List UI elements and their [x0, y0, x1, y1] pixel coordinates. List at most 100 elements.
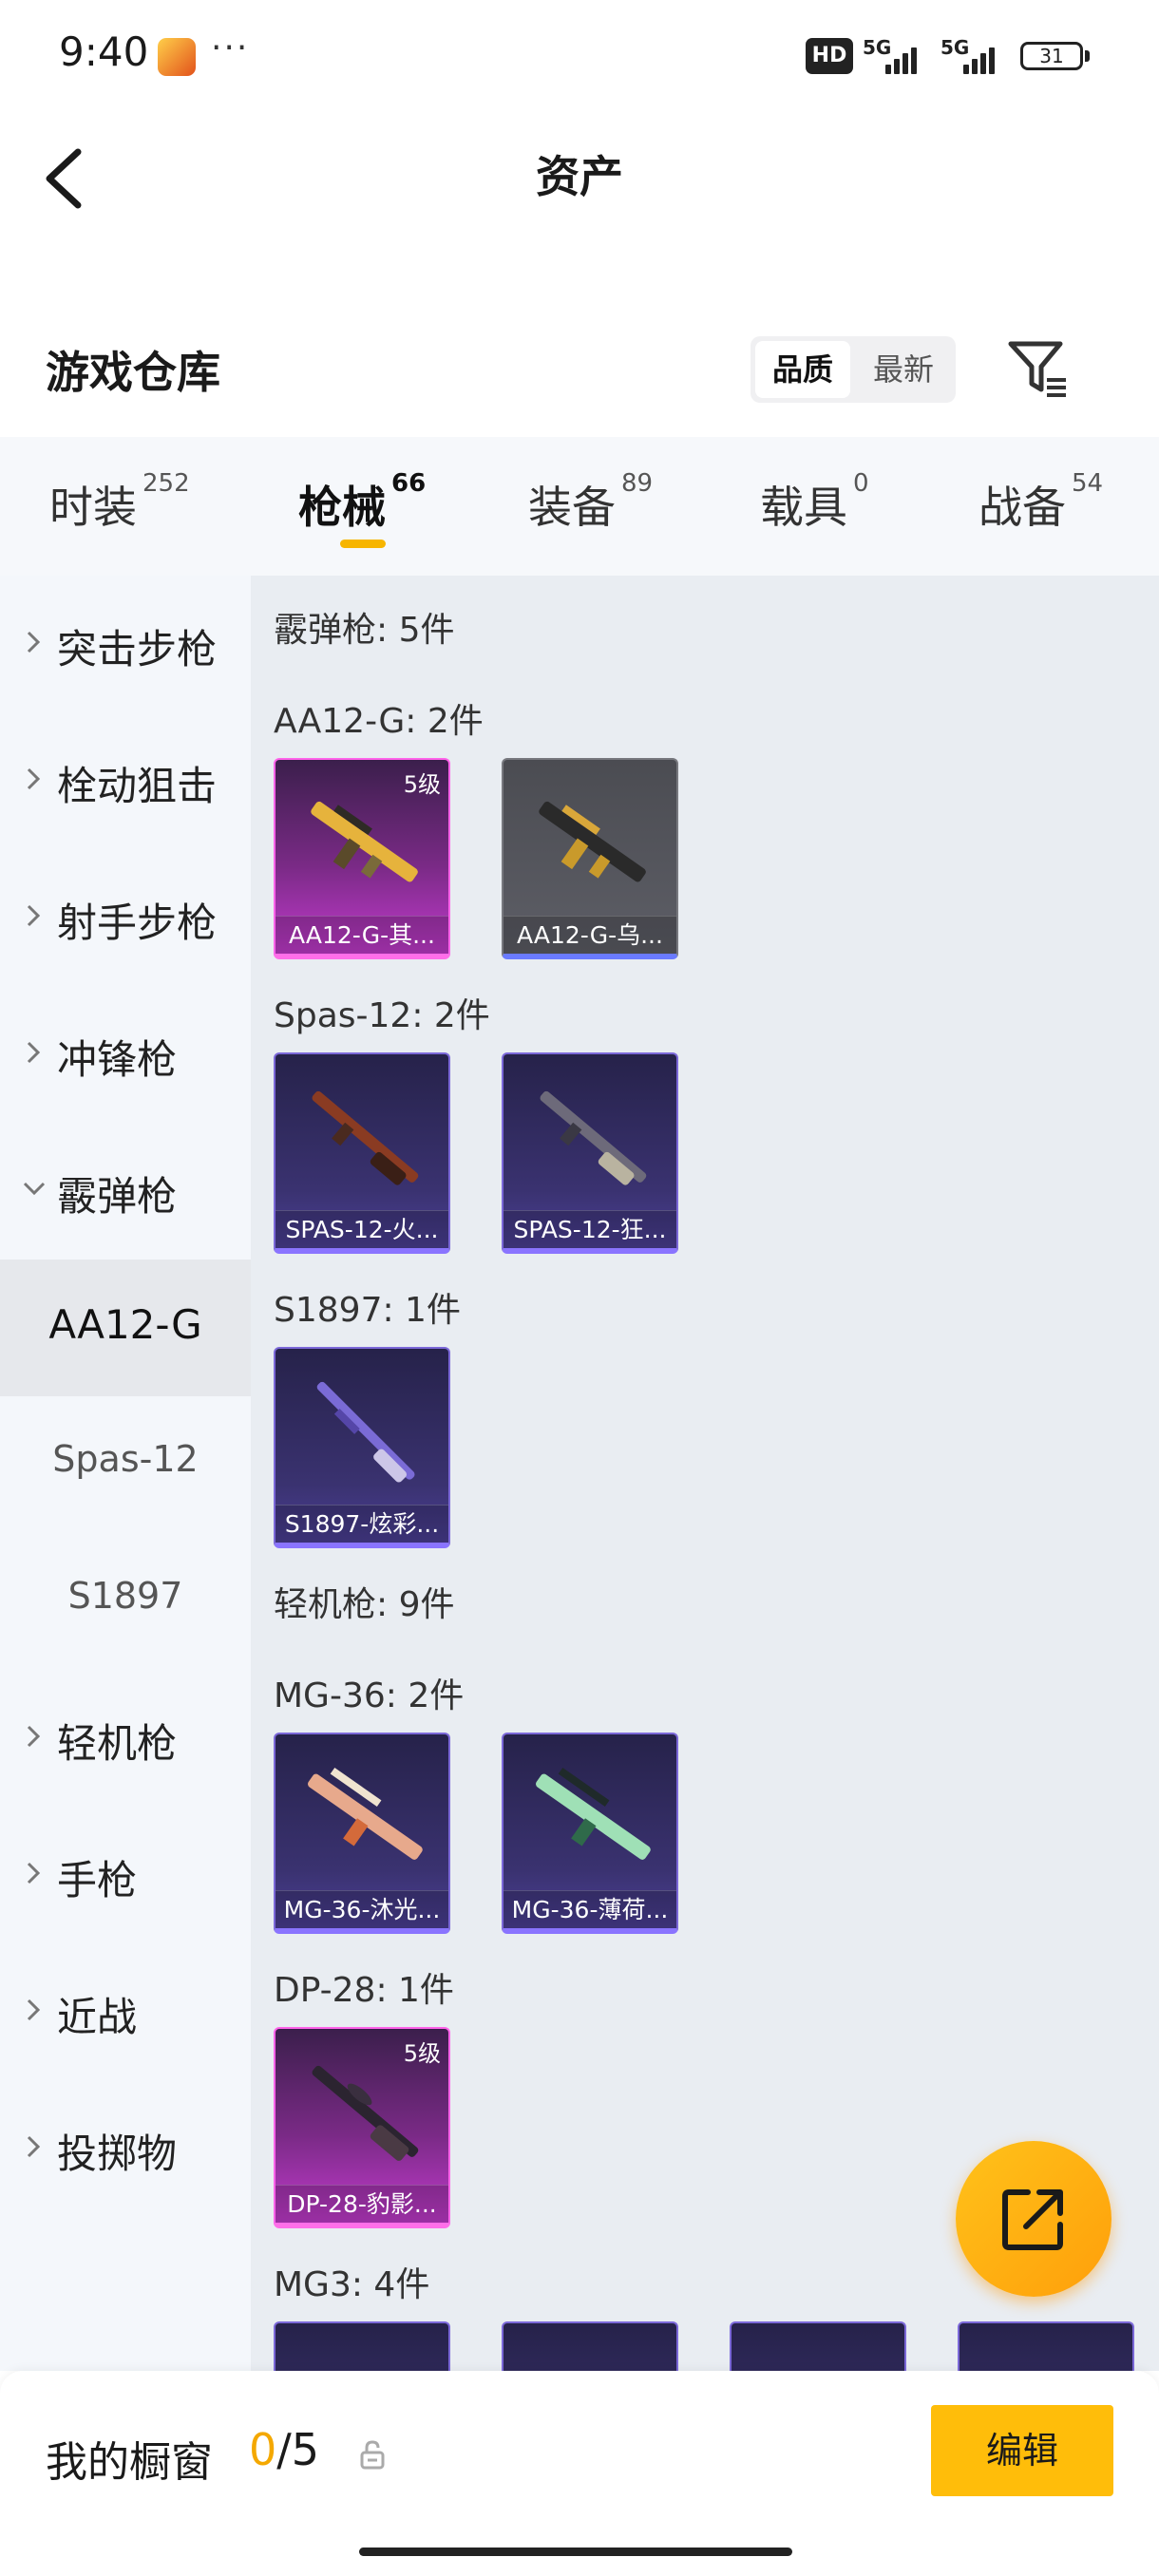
weapon-image: [312, 2065, 419, 2161]
tab-equipment[interactable]: 装备 89: [528, 469, 653, 536]
home-indicator[interactable]: [359, 2548, 792, 2556]
weapon-skin-card[interactable]: 5级 DP-28-豹影...: [274, 2027, 450, 2228]
tab-count: 66: [391, 469, 427, 498]
sidebar-item-smg[interactable]: 冲锋枪: [0, 986, 251, 1123]
chevron-right-icon: [27, 767, 41, 790]
section-header: S1897: 1件: [274, 1291, 461, 1330]
sidebar-item-label: 手枪: [57, 1857, 138, 1904]
category-tabs: 时装 252 枪械 66 装备 89 载具 0 战备 54: [0, 437, 1159, 576]
signal-icon: 5G: [863, 36, 923, 78]
sidebar-item-assault-rifle[interactable]: 突击步枪: [0, 576, 251, 712]
weapon-skin-name: AA12-G-其...: [276, 916, 448, 954]
network-type: 5G: [940, 36, 970, 59]
warehouse-title: 游戏仓库: [46, 347, 220, 398]
network-type: 5G: [863, 36, 892, 59]
showcase-current: 0: [249, 2424, 277, 2475]
sidebar-item-bolt-sniper[interactable]: 栓动狙击: [0, 712, 251, 849]
sidebar-item-label: 冲锋枪: [57, 1036, 178, 1083]
chevron-right-icon: [27, 1998, 41, 2021]
weapon-skin-name: S1897-炫彩...: [276, 1505, 448, 1543]
chevron-right-icon: [27, 1862, 41, 1885]
sort-toggle: 品质 最新: [750, 336, 956, 403]
section-header: MG-36: 2件: [274, 1676, 465, 1715]
weapon-skin-name: MG-36-沐光...: [276, 1890, 448, 1928]
weapon-image: [308, 1767, 423, 1860]
weapon-skin-name: AA12-G-乌...: [504, 916, 676, 954]
weapon-image: [312, 1090, 419, 1185]
weapon-skin-card[interactable]: 5级 AA12-G-其...: [274, 758, 450, 959]
app-notification-icon: [158, 38, 196, 76]
weapon-image: [316, 1381, 415, 1483]
tab-count: 252: [142, 469, 190, 498]
section-header: MG3: 4件: [274, 2265, 430, 2304]
tab-fashion[interactable]: 时装 252: [49, 469, 190, 536]
sidebar-item-label: 轻机枪: [57, 1720, 178, 1767]
tab-count: 0: [853, 469, 869, 498]
weapon-skin-card[interactable]: SPAS-12-狂...: [502, 1052, 678, 1254]
tab-vehicles[interactable]: 载具 0: [760, 469, 869, 536]
weapon-skin-card[interactable]: MG-36-薄荷...: [502, 1733, 678, 1934]
active-tab-indicator: [340, 540, 386, 548]
section-header: Spas-12: 2件: [274, 996, 490, 1035]
sidebar-item-label: AA12-G: [48, 1301, 202, 1348]
sidebar-item-lmg[interactable]: 轻机枪: [0, 1670, 251, 1807]
section-header: 霰弹枪: 5件: [274, 611, 455, 650]
weapon-skin-card[interactable]: MG-36-沐光...: [274, 1733, 450, 1934]
weapon-skin-card[interactable]: SPAS-12-火...: [274, 1052, 450, 1254]
weapon-skin-card[interactable]: [274, 2321, 450, 2371]
sidebar-item-label: 投掷物: [57, 2131, 178, 2177]
more-notifications-icon: ···: [211, 28, 250, 67]
status-time: 9:40: [59, 28, 149, 75]
tab-count: 89: [621, 469, 654, 498]
chevron-right-icon: [27, 1041, 41, 1064]
sidebar-subitem-s1897[interactable]: S1897: [0, 1533, 251, 1670]
weapon-image: [536, 1767, 651, 1860]
edit-button[interactable]: 编辑: [931, 2405, 1113, 2496]
weapon-skin-card[interactable]: AA12-G-乌...: [502, 758, 678, 959]
sidebar-subitem-spas12[interactable]: Spas-12: [0, 1396, 251, 1533]
tab-weapons[interactable]: 枪械 66: [298, 469, 426, 536]
chevron-down-icon: [23, 1182, 46, 1196]
sidebar-item-pistol[interactable]: 手枪: [0, 1807, 251, 1943]
status-indicators: HD 5G 5G 31: [806, 36, 1100, 78]
weapon-image: [539, 801, 646, 882]
sidebar-item-throwable[interactable]: 投掷物: [0, 2080, 251, 2217]
chevron-right-icon: [27, 2135, 41, 2158]
lock-icon: [359, 2439, 386, 2470]
sidebar-item-shotgun[interactable]: 霰弹枪: [0, 1123, 251, 1260]
chevron-right-icon: [27, 631, 41, 653]
weapon-skin-name: MG-36-薄荷...: [504, 1890, 676, 1928]
sidebar-item-label: 突击步枪: [57, 626, 218, 672]
section-header: 轻机枪: 9件: [274, 1585, 455, 1624]
sort-quality-button[interactable]: 品质: [755, 341, 850, 398]
sort-newest-button[interactable]: 最新: [856, 341, 951, 398]
share-button[interactable]: [956, 2141, 1112, 2297]
weapon-skin-name: DP-28-豹影...: [276, 2185, 448, 2223]
showcase-total: /5: [276, 2424, 320, 2475]
weapon-image: [311, 801, 418, 882]
weapon-skin-card[interactable]: S1897-炫彩...: [274, 1347, 450, 1548]
weapon-skin-name: SPAS-12-狂...: [504, 1210, 676, 1248]
sidebar-item-label: 近战: [57, 1994, 138, 2040]
weapon-skin-card[interactable]: [502, 2321, 678, 2371]
sidebar-item-melee[interactable]: 近战: [0, 1943, 251, 2080]
weapon-grid: 霰弹枪: 5件 AA12-G: 2件 5级 AA12-G-其... AA12-G…: [251, 576, 1159, 2371]
weapon-skin-card[interactable]: [958, 2321, 1134, 2371]
weapon-category-sidebar: 突击步枪 栓动狙击 射手步枪 冲锋枪 霰弹枪 AA12-G Spas-12 S1…: [0, 576, 251, 2371]
page-title: 资产: [536, 151, 623, 202]
tab-supplies[interactable]: 战备 54: [978, 469, 1103, 536]
showcase-label: 我的橱窗: [46, 2438, 213, 2487]
sidebar-subitem-aa12g[interactable]: AA12-G: [0, 1260, 251, 1396]
sidebar-item-label: Spas-12: [52, 1438, 199, 1480]
sidebar-item-marksman-rifle[interactable]: 射手步枪: [0, 849, 251, 986]
section-header: AA12-G: 2件: [274, 702, 484, 741]
hd-badge: HD: [806, 38, 853, 74]
sidebar-item-label: S1897: [67, 1575, 183, 1617]
status-bar: 9:40 ··· HD 5G 5G 31: [0, 0, 1159, 104]
chevron-right-icon: [27, 904, 41, 927]
filter-icon[interactable]: [1005, 334, 1072, 401]
battery-icon: 31: [1020, 42, 1083, 70]
sidebar-item-label: 霰弹枪: [57, 1173, 178, 1220]
weapon-skin-card[interactable]: [730, 2321, 906, 2371]
share-icon: [1002, 2189, 1063, 2250]
